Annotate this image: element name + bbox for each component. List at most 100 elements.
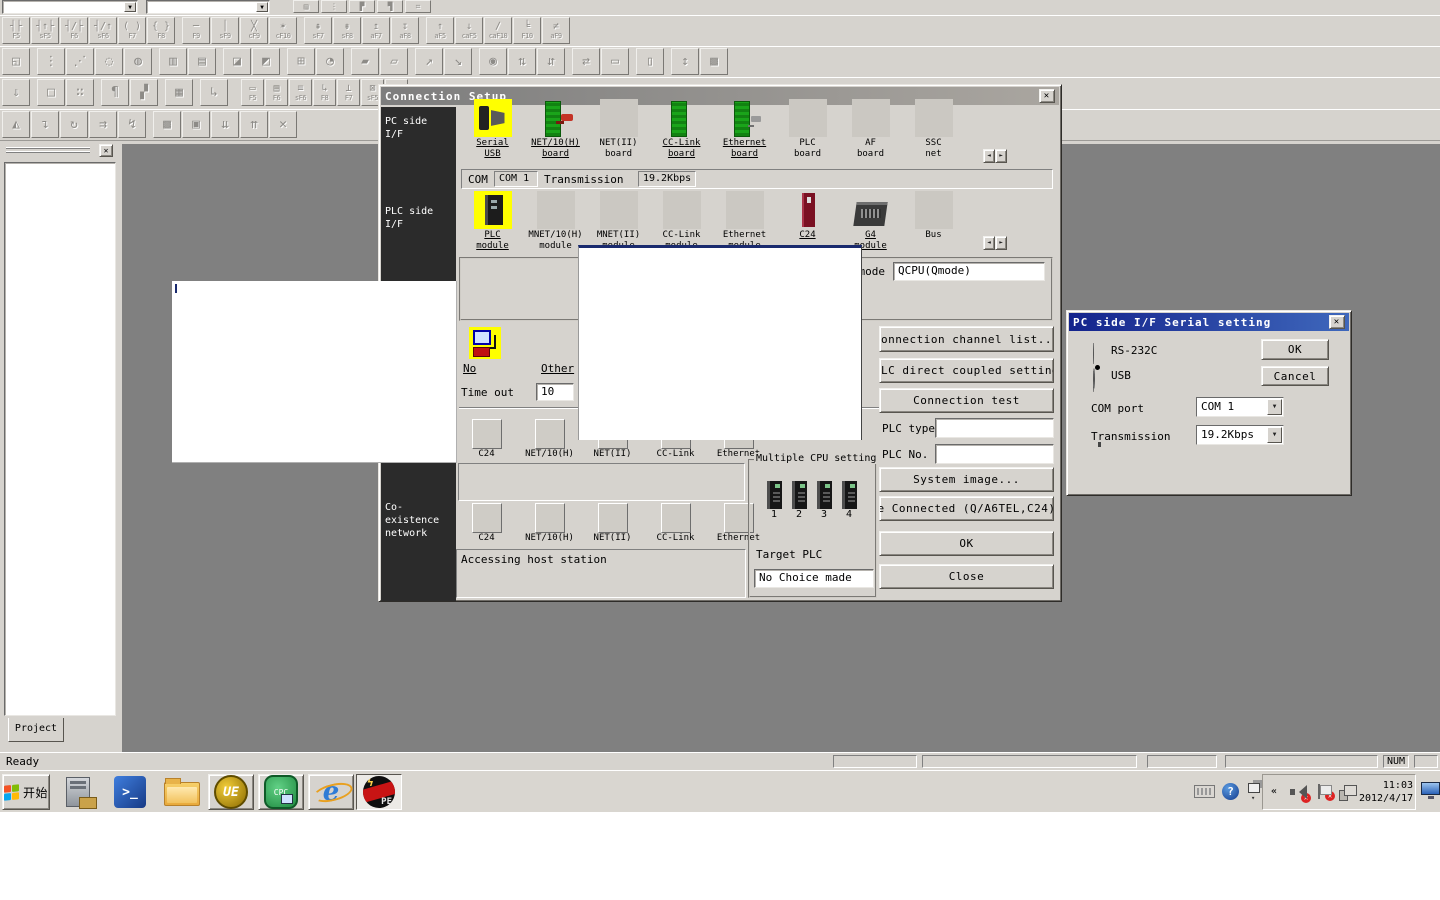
toolbar-icon[interactable]: ▭	[601, 48, 629, 75]
toolbar-icon[interactable]: ◭	[2, 111, 30, 138]
admin-tools-icon[interactable]	[66, 777, 90, 807]
window-restore-icon[interactable]	[1248, 779, 1260, 793]
coexistence-option[interactable]: CC-Link	[644, 503, 707, 544]
interface-option[interactable]: NET/10(H)board	[524, 99, 587, 160]
ladder-symbol-button[interactable]: ↑ aF5	[426, 17, 454, 44]
toolbar-icon[interactable]: ▩	[153, 111, 181, 138]
toolbar-icon[interactable]: ◍	[124, 48, 152, 75]
volume-muted-icon[interactable]: ✕	[1289, 783, 1309, 801]
ladder-symbol-button[interactable]: ≠ aF9	[542, 17, 570, 44]
toolbar-icon[interactable]: ⇓	[2, 79, 30, 106]
ladder-symbol-button[interactable]: ┤/├ F6	[60, 17, 88, 44]
chevron-down-icon[interactable]: ▼	[1267, 427, 1282, 443]
toolbar-icon[interactable]: ⋰	[66, 48, 94, 75]
action-center-flag-icon[interactable]: ✕	[1315, 783, 1333, 801]
ok-button[interactable]: OK	[1261, 339, 1329, 360]
interface-option[interactable]: SSCnet	[902, 99, 965, 160]
toolbar-icon[interactable]: ◉	[479, 48, 507, 75]
toolbar-icon[interactable]: ⋮	[321, 0, 347, 13]
powershell-icon[interactable]: >_	[114, 776, 146, 808]
ladder-symbol-button[interactable]: ╘ F10	[513, 17, 541, 44]
interface-option[interactable]: C24	[776, 191, 839, 252]
toolbar-icon[interactable]: ↯	[118, 111, 146, 138]
tray-clock[interactable]: 11:03 2012/4/17	[1359, 779, 1413, 805]
com-port-select[interactable]: COM 1▼	[1196, 397, 1284, 417]
ladder-symbol-button[interactable]: ( ) F7	[118, 17, 146, 44]
taskbar-button-ie[interactable]: e	[308, 774, 354, 810]
timeout-field[interactable]: 10	[536, 383, 574, 401]
toolbar-icon[interactable]: ▜	[377, 0, 403, 13]
explorer-folder-icon[interactable]	[164, 774, 200, 806]
toolbar-icon[interactable]: ▞	[130, 79, 158, 106]
toolbar-icon[interactable]: ✕	[269, 111, 297, 138]
usb-label[interactable]: USB	[1111, 369, 1131, 382]
wiring-fkey-button[interactable]: ▤ F6	[265, 79, 288, 106]
toolbar-icon[interactable]: ▯	[636, 48, 664, 75]
ladder-symbol-button[interactable]: ✶ cF10	[269, 17, 297, 44]
plc-direct-coupled-button[interactable]: PLC direct coupled setting	[879, 358, 1054, 383]
toolbar-icon[interactable]: ▰	[351, 48, 379, 75]
toolbar-icon[interactable]: ¶	[101, 79, 129, 106]
no-other-station-icon[interactable]	[469, 327, 501, 359]
toolbar-icon[interactable]: ⇅	[508, 48, 536, 75]
ladder-symbol-button[interactable]: ↓ caF5	[455, 17, 483, 44]
ladder-symbol-button[interactable]: ↥ aF7	[362, 17, 390, 44]
interface-option[interactable]: MNET/10(H)module	[524, 191, 587, 252]
station-other-label[interactable]: Other	[541, 362, 574, 375]
toolbar-icon[interactable]: ↻	[60, 111, 88, 138]
system-image-button[interactable]: System image...	[879, 467, 1054, 492]
toolbar-icon[interactable]: ↕	[671, 48, 699, 75]
dialog-titlebar[interactable]: PC side I/F Serial setting ✕	[1069, 313, 1349, 331]
connection-channel-list-button[interactable]: Connection channel list...	[879, 326, 1054, 352]
network-route-option[interactable]: C24	[455, 419, 518, 460]
interface-option[interactable]: Ethernetboard	[713, 99, 776, 160]
close-icon[interactable]: ✕	[1039, 89, 1055, 103]
interface-option[interactable]: Ethernetmodule	[713, 191, 776, 252]
ladder-symbol-button[interactable]: ┤/↑ sF6	[89, 17, 117, 44]
ladder-symbol-button[interactable]: ∕ caF10	[484, 17, 512, 44]
toolbar-icon[interactable]: ⊞	[287, 48, 315, 75]
wiring-fkey-button[interactable]: ↳ F8	[313, 79, 336, 106]
station-no-label[interactable]: No	[463, 362, 476, 375]
toolbar-icon[interactable]: ◔	[316, 48, 344, 75]
usb-radio[interactable]	[1093, 369, 1095, 388]
ladder-symbol-button[interactable]: { } F8	[147, 17, 175, 44]
interface-option[interactable]: AFboard	[839, 99, 902, 160]
chevron-down-icon[interactable]: ▼	[256, 2, 268, 12]
toolbar-icon[interactable]: ▤	[293, 0, 319, 13]
toolbar-icon[interactable]: ◪	[223, 48, 251, 75]
cpu-option[interactable]: 2	[787, 481, 811, 520]
toolbar-icon[interactable]: ⌗	[405, 0, 431, 13]
ok-button[interactable]: OK	[879, 531, 1054, 556]
ladder-symbol-button[interactable]: ┤├ F5	[2, 17, 30, 44]
toolbar-icon[interactable]: ∷	[66, 79, 94, 106]
coexistence-option[interactable]: C24	[455, 503, 518, 544]
interface-option[interactable]: PLCmodule	[461, 191, 524, 252]
ladder-symbol-button[interactable]: ╳ cF9	[240, 17, 268, 44]
cancel-button[interactable]: Cancel	[1261, 366, 1329, 386]
connection-test-button[interactable]: Connection test	[879, 388, 1054, 413]
toolbar-icon[interactable]: ◌	[95, 48, 123, 75]
show-desktop-icon[interactable]	[1421, 782, 1440, 795]
toolbar-icon[interactable]: □	[37, 79, 65, 106]
line-connected-button[interactable]: Line Connected (Q/A6TEL,C24)...	[879, 496, 1054, 521]
toolbar-icon[interactable]: ↘	[444, 48, 472, 75]
tab-project[interactable]: Project	[8, 718, 64, 742]
cpu-option[interactable]: 1	[762, 481, 786, 520]
scroll-right-icon[interactable]: ►	[995, 149, 1007, 163]
toolbar-icon[interactable]: ⇈	[240, 111, 268, 138]
toolbar-icon[interactable]: ↳	[200, 79, 228, 106]
chevron-down-icon[interactable]: ▼	[124, 2, 136, 12]
ladder-symbol-button[interactable]: ┤↑├ sF5	[31, 17, 59, 44]
ladder-symbol-button[interactable]: ⇟ sF8	[333, 17, 361, 44]
toolbar-icon[interactable]: ▱	[380, 48, 408, 75]
toolbar-icon[interactable]: ▩	[700, 48, 728, 75]
interface-option[interactable]: NET(II)board	[587, 99, 650, 160]
close-icon[interactable]: ✕	[1329, 315, 1345, 329]
network-icon[interactable]	[1339, 784, 1357, 800]
chevron-down-icon[interactable]: ▼	[1267, 399, 1282, 415]
close-icon[interactable]: ✕	[99, 144, 113, 157]
toolbar-icon[interactable]: ▤	[188, 48, 216, 75]
ladder-symbol-button[interactable]: ⇞ sF7	[304, 17, 332, 44]
toolbar-combobox[interactable]: ▼	[146, 0, 270, 14]
